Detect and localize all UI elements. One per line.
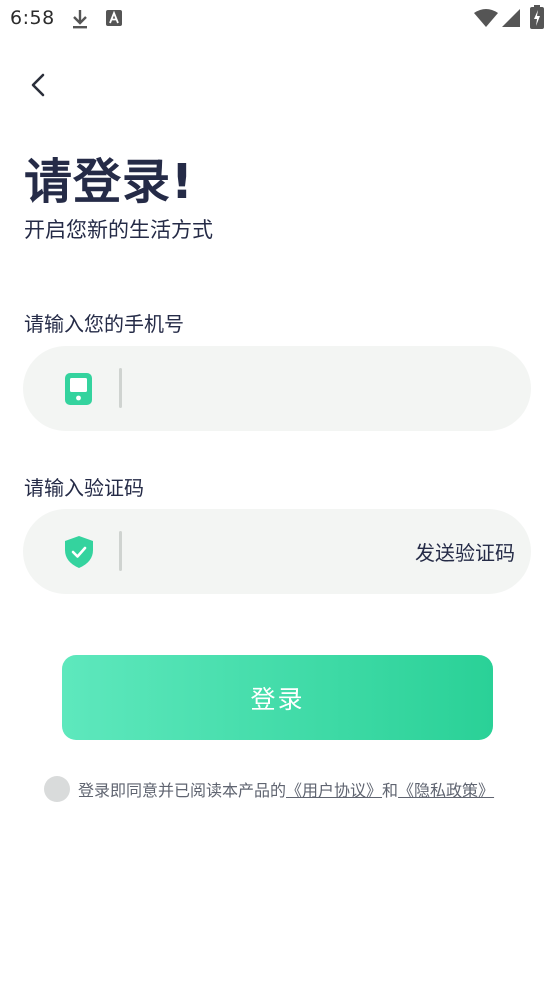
shield-check-icon [65, 536, 93, 568]
code-field-divider [119, 531, 122, 571]
chevron-left-icon [31, 73, 45, 97]
code-field[interactable]: 发送验证码 [23, 509, 531, 594]
download-icon [73, 10, 87, 29]
agreement-conjunction: 和 [382, 781, 399, 800]
a-icon [106, 10, 122, 26]
user-agreement-link[interactable]: 《用户协议》 [286, 777, 382, 801]
send-code-button[interactable]: 发送验证码 [415, 537, 515, 566]
code-field-label: 请输入验证码 [24, 476, 144, 500]
code-input[interactable] [135, 529, 405, 575]
status-bar: 6:58 [0, 0, 554, 38]
privacy-policy-link[interactable]: 《隐私政策》 [398, 777, 494, 801]
status-time: 6:58 [10, 7, 55, 29]
page-subtitle: 开启您新的生活方式 [24, 218, 213, 242]
agreement-checkbox[interactable] [44, 776, 70, 802]
agreement-row: 登录即同意并已阅读本产品的 《用户协议》 和 《隐私政策》 [44, 776, 494, 802]
agreement-text: 登录即同意并已阅读本产品的 [78, 781, 287, 800]
page-title: 请登录! [24, 154, 194, 210]
wifi-icon [474, 9, 498, 27]
login-button[interactable]: 登录 [62, 655, 493, 740]
back-button[interactable] [24, 68, 56, 102]
phone-icon [65, 373, 92, 405]
phone-field-divider [119, 368, 122, 408]
phone-field-label: 请输入您的手机号 [24, 312, 184, 336]
battery-icon [530, 5, 544, 29]
phone-input[interactable] [135, 366, 405, 412]
phone-field[interactable] [23, 346, 531, 431]
signal-icon [502, 9, 520, 27]
